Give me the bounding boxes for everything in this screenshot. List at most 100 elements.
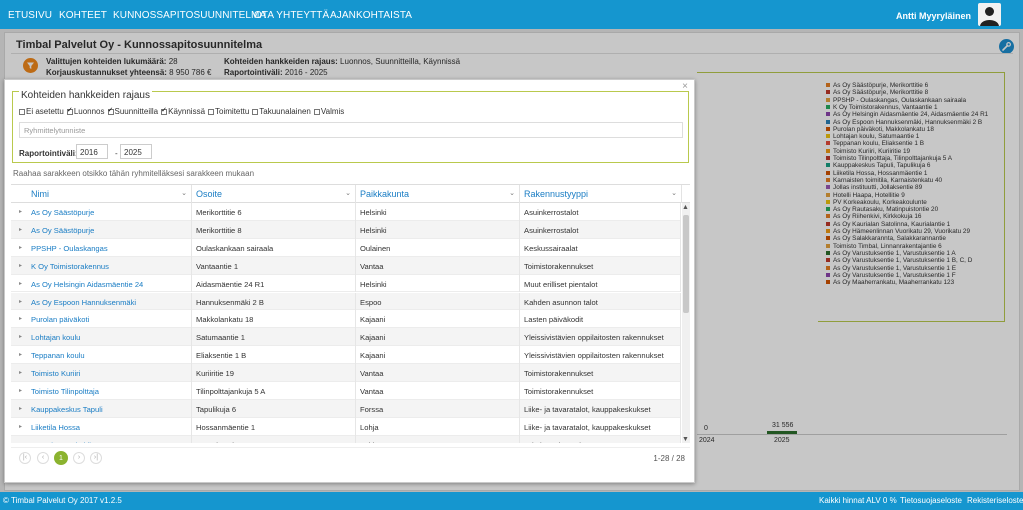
cell-name[interactable]: Purolan päiväkoti: [27, 310, 192, 329]
status-checkbox-item[interactable]: Valmis: [313, 107, 344, 116]
table-row[interactable]: ▸ As Oy Helsingin Aidasmäentie 24 Aidasmäe…: [11, 274, 681, 293]
cell-name[interactable]: Liiketila Hossa: [27, 417, 192, 436]
column-header-building-type[interactable]: Rakennustyyppi ⌄: [520, 185, 682, 203]
expand-row-icon[interactable]: ▸: [19, 387, 22, 394]
cell-city: Kajaani: [356, 328, 520, 347]
expand-row-icon[interactable]: ▸: [19, 441, 22, 443]
cell-city: Kajaani: [356, 346, 520, 365]
nav-item-kunnossapitosuunnitelma[interactable]: KUNNOSSAPITOSUUNNITELMA: [113, 10, 266, 21]
cell-city: Vantaa: [356, 364, 520, 382]
chevron-down-icon[interactable]: ⌄: [671, 189, 677, 197]
checkbox[interactable]: [252, 109, 259, 115]
expand-row-icon[interactable]: ▸: [19, 351, 22, 358]
chevron-down-icon[interactable]: ⌄: [509, 189, 515, 197]
privacy-link[interactable]: Tietosuojaseloste: [900, 496, 962, 505]
checkbox-label: Suunnitteilla: [114, 107, 159, 116]
status-checkbox-item[interactable]: Ei asetettu: [19, 107, 64, 116]
expand-row-icon[interactable]: ▸: [19, 298, 22, 305]
grouping-id-input[interactable]: Ryhmittelytunniste: [19, 122, 683, 138]
checkbox[interactable]: [208, 109, 215, 115]
cell-name[interactable]: As Oy Säästöpurje: [27, 203, 192, 221]
last-page-button[interactable]: ›|: [90, 452, 102, 464]
cell-building-type: Toimistorakennukset: [520, 382, 681, 400]
status-checkbox-item[interactable]: Toimitettu: [208, 107, 249, 116]
cell-name[interactable]: Kauppakeskus Tapuli: [27, 399, 192, 418]
register-link[interactable]: Rekisteriseloste: [967, 496, 1023, 505]
prev-page-button[interactable]: ‹: [37, 452, 49, 464]
cell-building-type: Asuinkerrostalot: [520, 203, 681, 221]
column-header-city[interactable]: Paikkakunta ⌄: [356, 185, 520, 203]
chevron-down-icon[interactable]: ⌄: [181, 189, 187, 197]
nav-item-ajankohtaista[interactable]: AJANKOHTAISTA: [330, 10, 412, 21]
cell-name[interactable]: Lohtajan koulu: [27, 328, 192, 347]
cell-name[interactable]: Karnaisten toimitila: [27, 435, 192, 443]
column-header-name[interactable]: Nimi ⌄: [27, 185, 192, 203]
table-row[interactable]: ▸ Liiketila Hossa Hossanmäentie 1 Lohja Liik…: [11, 417, 681, 436]
checkbox[interactable]: [313, 109, 320, 115]
cell-name[interactable]: PPSHP - Oulaskangas: [27, 238, 192, 257]
period-from-input[interactable]: 2016: [76, 144, 108, 159]
table-scrollbar[interactable]: ▲ ▼: [682, 203, 690, 443]
user-name[interactable]: Antti Myyryläinen: [896, 11, 971, 21]
cell-name[interactable]: K Oy Toimistorakennus: [27, 256, 192, 275]
cell-address: Makkolankatu 18: [192, 310, 356, 329]
expand-row-icon[interactable]: ▸: [19, 405, 22, 412]
nav-item-ota-yhteytta[interactable]: OTA YHTEYTTÄ: [254, 10, 329, 21]
column-header-name-label: Nimi: [31, 189, 49, 199]
scroll-down-icon[interactable]: ▼: [682, 436, 689, 443]
scroll-up-icon[interactable]: ▲: [682, 204, 689, 211]
expand-row-icon[interactable]: ▸: [19, 423, 22, 430]
cell-name[interactable]: Toimisto Kuriiri: [27, 364, 192, 382]
cell-city: Helsinki: [356, 203, 520, 221]
nav-item-etusivu[interactable]: ETUSIVU: [8, 10, 52, 21]
next-page-button[interactable]: ›: [73, 452, 85, 464]
cell-name[interactable]: Teppanan koulu: [27, 346, 192, 365]
table-row[interactable]: ▸ As Oy Säästöpurje Merikorttitie 8 Helsink…: [11, 220, 681, 239]
filter-title: Kohteiden hankkeiden rajaus: [19, 90, 152, 101]
avatar[interactable]: [978, 3, 1001, 26]
page-1-button[interactable]: 1: [54, 451, 68, 465]
expand-row-icon[interactable]: ▸: [19, 262, 22, 269]
expand-row-icon[interactable]: ▸: [19, 244, 22, 251]
scrollbar-thumb[interactable]: [683, 215, 689, 313]
status-checkbox-item[interactable]: Luonnos: [66, 106, 105, 116]
table-row[interactable]: ▸ PPSHP - Oulaskangas Oulaskankaan sairaal…: [11, 238, 681, 257]
checkbox[interactable]: [161, 106, 168, 115]
table-row[interactable]: ▸ Lohtajan koulu Satumaantie 1 Kajaani Yleis…: [11, 328, 681, 347]
cell-name[interactable]: As Oy Espoon Hannuksenmäki: [27, 292, 192, 311]
cell-city: Lohja: [356, 435, 520, 443]
table-row[interactable]: ▸ As Oy Espoon Hannuksenmäki Hannuksenmäki…: [11, 292, 681, 311]
expand-row-icon[interactable]: ▸: [19, 226, 22, 233]
table-row[interactable]: ▸ Toimisto Tilinpolttaja Tilinpolttajankuj…: [11, 382, 681, 400]
table-row[interactable]: ▸ Kauppakeskus Tapuli Tapulikuja 6 Forssa Li…: [11, 399, 681, 418]
table-row[interactable]: ▸ Toimisto Kuriiri Kuriiritie 19 Vantaa Toim…: [11, 364, 681, 382]
column-header-address[interactable]: Osoite ⌄: [192, 185, 356, 203]
cell-address: Merikorttitie 6: [192, 203, 356, 221]
table-row[interactable]: ▸ Karnaisten toimitilaKarnaistenkatu 40Lo…: [11, 435, 681, 443]
status-checkbox-item[interactable]: Suunnitteilla: [107, 106, 159, 116]
checkbox[interactable]: [66, 106, 73, 115]
first-page-button[interactable]: |‹: [19, 452, 31, 464]
cell-building-type: Liike- ja tavaratalot, kauppakeskukset: [520, 417, 681, 436]
checkbox-label: Toimitettu: [215, 107, 250, 116]
checkbox[interactable]: [107, 106, 114, 115]
cell-name[interactable]: As Oy Helsingin Aidasmäentie 24: [27, 274, 192, 293]
expand-row-icon[interactable]: ▸: [19, 333, 22, 340]
status-checkbox-item[interactable]: Takuunalainen: [252, 107, 311, 116]
status-checkbox-item[interactable]: Käynnissä: [161, 106, 205, 116]
table-row[interactable]: ▸ K Oy Toimistorakennus Vantaantie 1 Vantaa…: [11, 256, 681, 275]
table-row[interactable]: ▸ Teppanan koulu Eliaksentie 1 B Kajaani Yle…: [11, 346, 681, 365]
expand-row-icon[interactable]: ▸: [19, 280, 22, 287]
expand-row-icon[interactable]: ▸: [19, 315, 22, 322]
period-to-input[interactable]: 2025: [120, 144, 152, 159]
cell-building-type: Yleissivistävien oppilaitosten rakennuks…: [520, 328, 681, 347]
nav-item-kohteet[interactable]: KOHTEET: [59, 10, 107, 21]
table-row[interactable]: ▸ As Oy Säästöpurje Merikorttitie 6 Helsink…: [11, 203, 681, 221]
chevron-down-icon[interactable]: ⌄: [345, 189, 351, 197]
table-row[interactable]: ▸ Purolan päiväkoti Makkolankatu 18 Kajaani…: [11, 310, 681, 329]
cell-name[interactable]: As Oy Säästöpurje: [27, 220, 192, 239]
expand-row-icon[interactable]: ▸: [19, 208, 22, 215]
checkbox[interactable]: [19, 109, 25, 115]
expand-row-icon[interactable]: ▸: [19, 369, 22, 376]
cell-name[interactable]: Toimisto Tilinpolttaja: [27, 382, 192, 400]
